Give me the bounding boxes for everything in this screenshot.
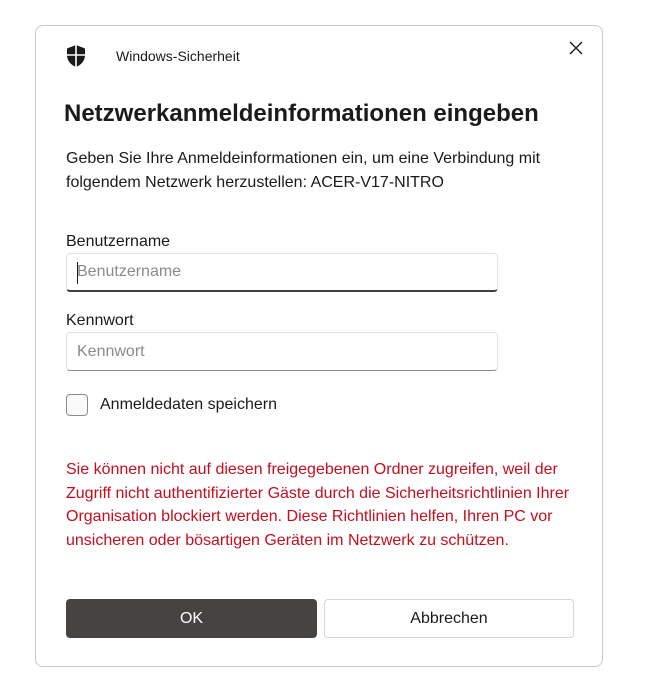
close-button[interactable] [560,34,592,66]
dialog-heading: Netzwerkanmeldeinformationen eingeben [64,100,539,127]
remember-credentials-option[interactable]: Anmeldedaten speichern [66,394,277,416]
close-icon [569,41,583,60]
remember-label: Anmeldedaten speichern [100,396,278,413]
username-label: Benutzername [66,233,171,250]
text-caret [77,262,78,284]
password-input[interactable] [66,332,498,371]
remember-checkbox[interactable] [66,394,88,416]
password-label: Kennwort [66,312,134,329]
shield-icon [65,44,87,68]
dialog-description: Geben Sie Ihre Anmeldeinformationen ein,… [66,150,541,191]
credentials-dialog: Windows-Sicherheit Netzwerkanmeldeinform… [35,25,603,667]
error-message: Sie können nicht auf diesen freigegebene… [66,461,570,549]
window-title: Windows-Sicherheit [116,48,240,64]
cancel-button[interactable]: Abbrechen [324,599,574,638]
username-input[interactable] [66,253,498,292]
ok-button[interactable]: OK [66,599,317,638]
